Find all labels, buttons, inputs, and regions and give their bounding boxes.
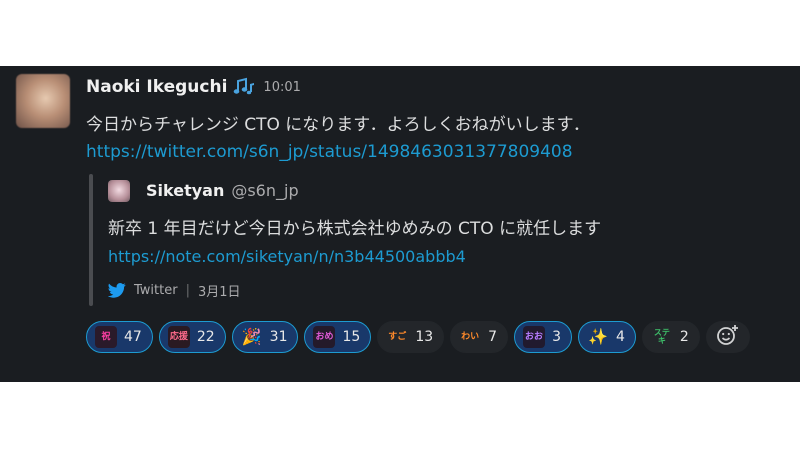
reaction-count: 4 (615, 329, 625, 345)
custom-orange-text-emoji: すご (388, 331, 407, 342)
timestamp[interactable]: 10:01 (263, 80, 300, 95)
reaction-pill[interactable]: 応援 22 (158, 321, 226, 353)
sparkles-emoji: ✨ (588, 327, 608, 346)
quote-link[interactable]: https://note.com/siketyan/n/n3b44500abbb… (108, 247, 466, 266)
quote-author-name: Siketyan (146, 181, 225, 200)
custom-pink-text-emoji: 祝 (95, 326, 117, 348)
custom-waiwai-emoji: わい (461, 331, 480, 342)
footer-separator: | (185, 283, 190, 298)
twitter-bird-icon (108, 283, 126, 298)
quote-footer: Twitter | 3月1日 (108, 281, 241, 300)
message-header: Naoki Ikeguchi 10:01 (86, 76, 301, 98)
add-reaction-button[interactable] (705, 321, 750, 353)
reaction-count: 2 (679, 329, 689, 345)
avatar[interactable] (16, 74, 70, 128)
reaction-count: 7 (488, 329, 498, 345)
quote-header: Siketyan @s6n_jp (146, 181, 299, 200)
reaction-count: 15 (342, 329, 361, 345)
reaction-count: 13 (415, 329, 434, 345)
quote-avatar (108, 180, 130, 202)
reaction-pill[interactable]: おお 3 (514, 321, 572, 353)
reactions-bar: 祝 47 応援 22 🎉 31 おめ 15 すご 13 わい 7 おお 3 ✨ (86, 321, 750, 353)
reaction-count: 47 (124, 329, 142, 345)
reaction-pill[interactable]: わい 7 (450, 321, 509, 353)
reaction-count: 31 (269, 329, 288, 345)
reaction-count: 3 (552, 329, 561, 345)
message-text: 今日からチャレンジ CTO になります．よろしくおねがいします． (86, 115, 590, 135)
custom-suteki-emoji: ステキ (653, 328, 670, 345)
party-popper-emoji: 🎉 (241, 327, 262, 346)
reaction-pill[interactable]: ステキ 2 (641, 321, 700, 353)
message-panel: Naoki Ikeguchi 10:01 今日からチャレンジ CTO になります… (0, 66, 800, 382)
custom-ouen-emoji: 応援 (167, 326, 190, 348)
musical-notes-icon (233, 77, 255, 97)
custom-pink-text-emoji: おめ (313, 326, 336, 348)
reaction-pill[interactable]: 祝 47 (86, 321, 153, 353)
custom-purple-text-emoji: おお (523, 326, 546, 348)
reaction-pill[interactable]: すご 13 (377, 321, 445, 353)
add-reaction-icon (716, 324, 740, 350)
quote-border (89, 174, 93, 306)
quote-author-handle: @s6n_jp (231, 181, 299, 200)
quote-text: 新卒 1 年目だけど今日から株式会社ゆめみの CTO に就任します (108, 219, 602, 239)
quote-source: Twitter (134, 283, 178, 298)
author-name[interactable]: Naoki Ikeguchi (86, 77, 227, 97)
reaction-pill[interactable]: おめ 15 (304, 321, 372, 353)
reaction-pill[interactable]: 🎉 31 (231, 321, 299, 353)
tweet-link[interactable]: https://twitter.com/s6n_jp/status/149846… (86, 142, 573, 162)
reaction-pill[interactable]: ✨ 4 (577, 321, 636, 353)
quote-date: 3月1日 (197, 285, 241, 300)
reaction-count: 22 (196, 329, 215, 345)
